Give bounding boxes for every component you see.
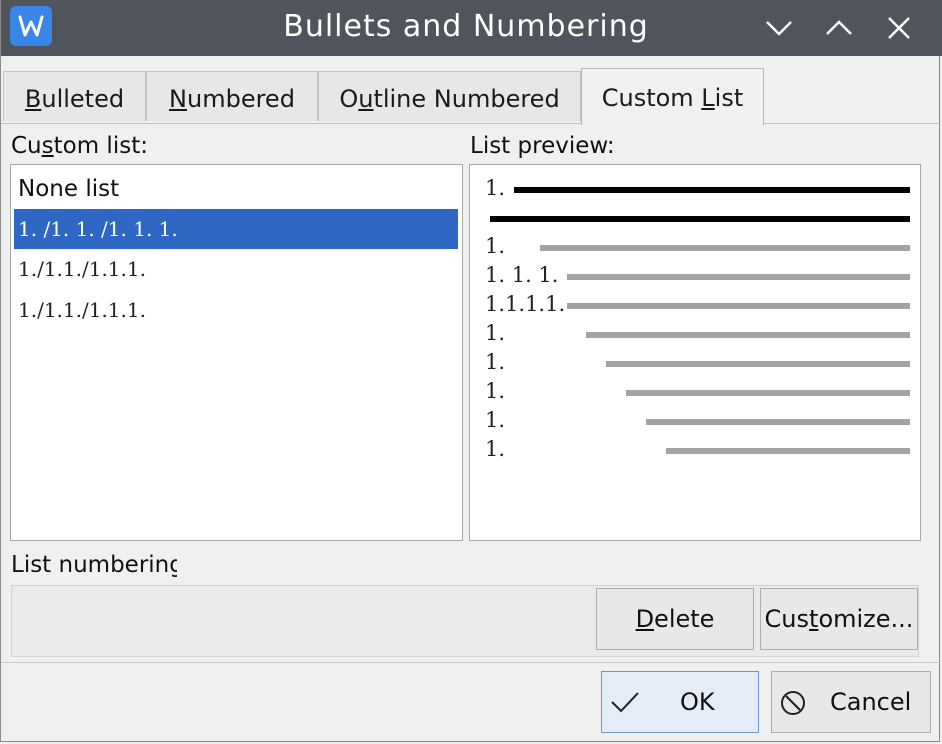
- preview-line: [666, 448, 910, 454]
- preview-number: 1.: [485, 350, 506, 374]
- preview-number: 1.: [485, 176, 506, 200]
- preview-number: 1.: [485, 408, 506, 432]
- custom-list-box[interactable]: None list 1. /1. 1. /1. 1. 1. 1./1.1./1.…: [10, 164, 463, 541]
- ok-button[interactable]: OK: [601, 671, 759, 733]
- preview-line: [586, 332, 910, 338]
- delete-button[interactable]: Delete: [596, 588, 754, 650]
- list-item[interactable]: 1./1.1./1.1.1.: [14, 249, 458, 289]
- cancel-circle-icon: [780, 690, 806, 722]
- checkmark-icon: [610, 690, 640, 720]
- preview-line: [646, 419, 910, 425]
- customize-button[interactable]: Cus t omize...: [760, 588, 918, 650]
- tab-custom-list[interactable]: Custom List: [581, 68, 764, 125]
- minimize-chevron-down-icon[interactable]: [759, 8, 799, 48]
- preview-number: 1.: [485, 234, 506, 258]
- preview-line: [567, 274, 910, 280]
- title-bar: Bullets and Numbering: [1, 0, 942, 56]
- preview-line: [490, 216, 910, 222]
- list-item[interactable]: 1./1.1./1.1.1.: [14, 290, 458, 330]
- preview-line: [626, 390, 910, 396]
- preview-line: [606, 361, 910, 367]
- list-preview-box: 1. 1. 1. 1. 1. 1.1.1.1. 1. 1. 1. 1. 1.: [469, 164, 921, 541]
- preview-line: [567, 303, 910, 309]
- maximize-chevron-up-icon[interactable]: [819, 8, 859, 48]
- close-icon[interactable]: [879, 8, 919, 48]
- list-item[interactable]: None list: [14, 169, 458, 209]
- tab-strip: Bulleted Numbered Outline Numbered Custo…: [1, 68, 941, 125]
- list-preview-label: List preview:: [470, 133, 615, 159]
- preview-number: 1.: [485, 437, 506, 461]
- tab-panel-divider: [1, 123, 941, 124]
- list-numbering-label: List numbering: [11, 552, 177, 578]
- preview-number: 1.: [485, 379, 506, 403]
- custom-list-label: Custom list:: [11, 133, 148, 159]
- bullets-numbering-dialog: Bullets and Numbering Bulleted Numbered …: [0, 0, 942, 742]
- tab-outline-numbered[interactable]: Outline Numbered: [318, 71, 581, 121]
- preview-number: 1. 1. 1.: [485, 263, 559, 287]
- list-item-selected[interactable]: 1. /1. 1. /1. 1. 1.: [14, 209, 458, 249]
- preview-number: 1.: [485, 321, 506, 345]
- tab-numbered[interactable]: Numbered: [146, 71, 318, 121]
- preview-number: 1.1.1.1.: [485, 292, 566, 316]
- preview-line: [514, 187, 910, 193]
- cancel-button[interactable]: Cancel: [771, 671, 931, 733]
- footer-divider: [1, 662, 941, 663]
- tab-bulleted[interactable]: Bulleted: [3, 71, 146, 121]
- preview-line: [540, 245, 910, 251]
